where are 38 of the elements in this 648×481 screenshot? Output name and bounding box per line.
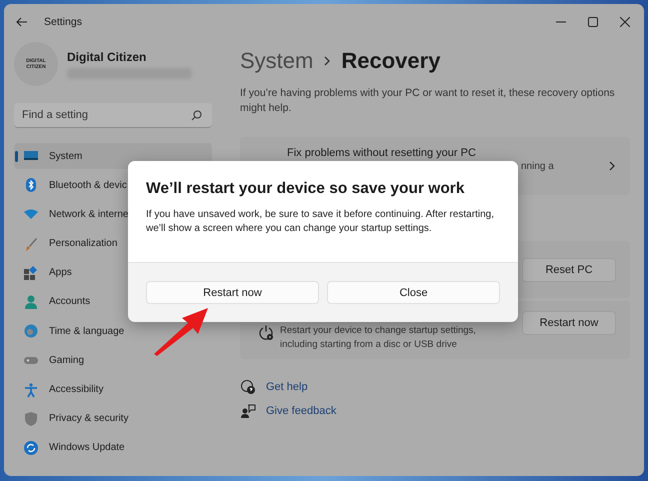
card-button[interactable]: Restart now	[522, 311, 616, 335]
shield-icon	[23, 410, 39, 427]
page-title: Recovery	[341, 48, 440, 74]
breadcrumb-parent[interactable]: System	[240, 48, 314, 74]
back-icon[interactable]	[16, 17, 28, 27]
power-gear-icon	[258, 325, 274, 341]
sidebar-item[interactable]: Gaming	[14, 347, 212, 374]
card-description: Restart your device to change startup settings, including starting from a disc or USB drive	[280, 324, 477, 352]
accessibility-icon	[23, 382, 39, 398]
dialog-title: We’ll restart your device so save your work	[146, 180, 466, 198]
brush-icon	[23, 236, 39, 252]
help-icon	[240, 379, 256, 395]
update-icon	[23, 440, 39, 456]
sidebar-item[interactable]: Windows Update	[14, 434, 212, 461]
chevron-icon	[323, 55, 332, 67]
bluetooth-icon	[23, 177, 39, 194]
search-field[interactable]: Find a setting	[14, 103, 212, 128]
maximize-icon[interactable]	[588, 17, 598, 27]
globe-icon	[23, 323, 39, 340]
search-icon	[191, 110, 202, 121]
help-link[interactable]: Get help	[266, 381, 308, 393]
chevron-icon[interactable]	[608, 160, 616, 172]
sidebar-item[interactable]: Time & language	[14, 318, 212, 344]
feedback-icon	[240, 403, 256, 419]
window-title: Settings	[44, 16, 82, 28]
sidebar-item[interactable]: Accessibility	[14, 376, 212, 402]
person-icon	[23, 294, 39, 310]
dialog-button[interactable]: Close	[327, 281, 500, 304]
card-button[interactable]: Reset PC	[522, 258, 616, 282]
sidebar-item[interactable]: Privacy & security	[14, 406, 212, 432]
dialog-button[interactable]: Restart now	[146, 281, 319, 304]
card-title: Fix problems without resetting your PC	[287, 147, 477, 159]
close-icon[interactable]	[620, 17, 630, 27]
page-description: If you’re having problems with your PC or want to reset it, these recovery options might help.	[240, 86, 616, 116]
profile-name: Digital Citizen	[67, 50, 148, 64]
apps-icon	[23, 264, 39, 281]
help-link[interactable]: Give feedback	[266, 405, 336, 417]
card-description: nning a	[520, 161, 555, 172]
